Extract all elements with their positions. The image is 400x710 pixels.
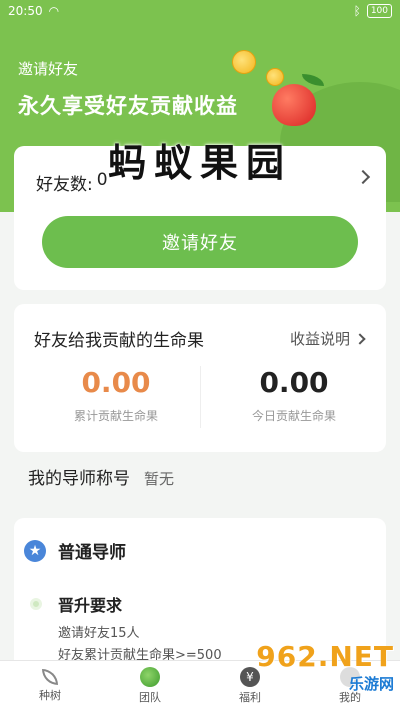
chevron-right-icon[interactable] <box>355 169 371 185</box>
earnings-info-link[interactable]: 收益说明 <box>289 328 366 349</box>
header-headline: 永久享受好友贡献收益 <box>18 94 238 118</box>
mentor-title-label: 我的导师称号 <box>28 469 130 489</box>
contribution-title: 好友给我贡献的生命果 <box>34 331 204 351</box>
site-watermark: 962.NET 乐游网 <box>256 640 394 694</box>
bluetooth-icon: ᛒ <box>353 4 361 18</box>
invite-friends-button[interactable]: 邀请好友 <box>42 216 358 268</box>
leaf-icon <box>302 74 324 86</box>
promotion-requirement-title: 晋升要求 <box>58 596 123 615</box>
nav-item-team[interactable]: 团队 <box>100 661 200 710</box>
status-time: 20:50 <box>8 4 43 18</box>
coin-icon <box>266 68 284 86</box>
wifi-icon: ◠ <box>48 4 60 18</box>
today-contribution-value: 0.00 <box>259 366 329 399</box>
requirement-item: 邀请好友15人 <box>58 626 140 641</box>
today-contribution-stat: 0.00 今日贡献生命果 <box>214 366 374 424</box>
apple-icon <box>272 84 316 126</box>
today-contribution-label: 今日贡献生命果 <box>251 409 336 423</box>
star-icon: ★ <box>24 540 46 562</box>
watermark-sitename: 乐游网 <box>348 675 394 693</box>
friends-count-label: 好友数: <box>36 175 93 195</box>
status-bar: 20:50 ◠ ᛒ 100 <box>0 0 400 22</box>
watermark-logo: 962.NET <box>256 640 394 673</box>
nav-item-plant[interactable]: 种树 <box>0 661 100 710</box>
chevron-right-icon <box>354 332 366 345</box>
nav-label: 团队 <box>139 690 161 704</box>
nav-label: 种树 <box>39 688 61 702</box>
total-contribution-label: 累计贡献生命果 <box>73 409 158 423</box>
status-right: ᛒ 100 <box>354 4 392 18</box>
bullet-dot-icon <box>30 598 42 610</box>
mentor-title-value: 暂无 <box>144 470 175 488</box>
battery-icon: 100 <box>366 4 392 18</box>
earnings-info-label: 收益说明 <box>289 330 350 348</box>
app-title-overlay: 蚂蚁果园 <box>108 140 293 185</box>
friends-count-row[interactable]: 好友数: 0 <box>36 170 108 195</box>
divider <box>200 366 201 428</box>
contribution-card: 好友给我贡献的生命果 收益说明 0.00 累计贡献生命果 0.00 今日贡献生命… <box>14 304 386 452</box>
coin-icon <box>232 50 256 74</box>
friends-count-value: 0 <box>96 170 108 190</box>
header-subtitle: 邀请好友 <box>18 60 79 78</box>
leaf-icon <box>42 668 58 685</box>
total-contribution-stat: 0.00 累计贡献生命果 <box>36 366 196 424</box>
mentor-title-row: 我的导师称号 暂无 <box>28 464 174 489</box>
mentor-level-name: 普通导师 <box>58 543 126 563</box>
apple-icon <box>140 666 160 687</box>
total-contribution-value: 0.00 <box>81 366 151 399</box>
